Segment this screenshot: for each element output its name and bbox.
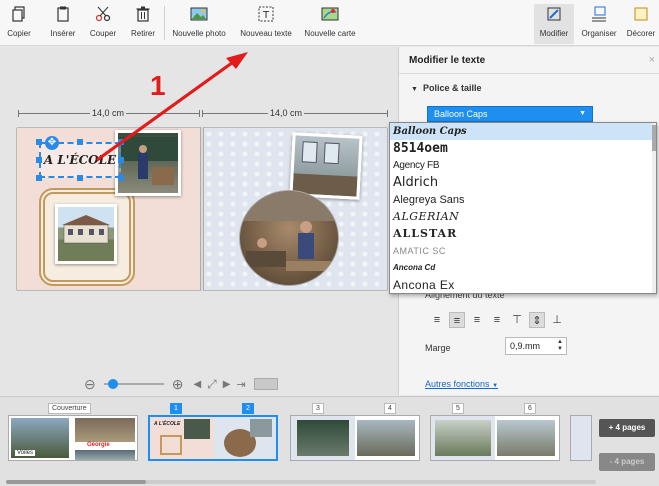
annotation-arrow xyxy=(96,58,237,162)
fit-screen-icon[interactable]: ⤢ xyxy=(207,377,217,392)
ruler-toggle-icon[interactable] xyxy=(253,378,278,390)
cover-photo xyxy=(75,450,135,460)
zoom-bar: ⊖ ⊕ ◀ ⤢ ▶ ⇥ xyxy=(84,374,278,394)
margin-value: 0,9.mm xyxy=(510,341,541,351)
thumb-photo xyxy=(497,420,555,456)
font-dropdown-list: Balloon Caps 8514oem Agency FB Aldrich A… xyxy=(389,122,657,294)
font-option[interactable]: Ancona Cd xyxy=(390,259,656,276)
thumb-label-page: 2 xyxy=(242,403,254,414)
thumb-photo xyxy=(357,420,415,456)
thumb-photo xyxy=(297,420,349,456)
font-option[interactable]: Aldrich xyxy=(390,174,656,191)
next-page-icon[interactable]: ▶ xyxy=(223,379,231,390)
thumb-label-page: 4 xyxy=(384,403,396,414)
thumb-photo xyxy=(435,420,491,456)
annotation-number-1: 1 xyxy=(150,70,166,101)
add-pages-button[interactable]: + 4 pages xyxy=(599,419,655,437)
remove-pages-button[interactable]: - 4 pages xyxy=(599,453,655,471)
spread-thumbnail[interactable] xyxy=(290,415,420,461)
thumb-left-page xyxy=(571,416,591,460)
font-option[interactable]: ALLSTAR xyxy=(390,225,656,242)
spread-thumbnail[interactable] xyxy=(430,415,560,461)
font-option[interactable]: 8514oem xyxy=(390,140,656,157)
thumb-photo xyxy=(160,435,182,455)
horizontal-scrollbar-thumb[interactable] xyxy=(6,480,146,484)
cover-thumbnail[interactable]: Géorgie Voiles xyxy=(8,415,138,461)
align-right-icon[interactable]: ≡ xyxy=(469,312,485,328)
thumb-label-page: 5 xyxy=(452,403,464,414)
font-option[interactable]: Agency FB xyxy=(390,157,656,174)
margin-input[interactable]: 0,9.mm ▲ ▼ xyxy=(505,337,567,355)
spread-thumbnail[interactable] xyxy=(570,415,592,461)
font-select[interactable]: Balloon Caps ▼ xyxy=(427,106,593,122)
align-justify-icon[interactable]: ≡ xyxy=(489,312,505,328)
more-functions-label: Autres fonctions xyxy=(425,379,490,389)
thumb-label-page: 1 xyxy=(170,403,182,414)
previous-page-icon[interactable]: ◀ xyxy=(193,379,201,390)
thumb-title: A L'ÉCOLE xyxy=(154,421,181,427)
panel-title: Modifier le texte xyxy=(409,55,486,66)
thumb-label-cover: Couverture xyxy=(48,403,91,414)
align-center-icon[interactable]: ≡ xyxy=(449,312,465,328)
panel-divider xyxy=(399,73,659,74)
zoom-out-icon[interactable]: ⊖ xyxy=(84,376,96,393)
close-icon[interactable]: × xyxy=(649,54,655,66)
scrollbar-thumb[interactable] xyxy=(652,125,656,151)
more-functions-link[interactable]: Autres fonctions ▼ xyxy=(425,379,498,389)
font-size-section[interactable]: ▼ Police & taille xyxy=(411,83,481,93)
thumb-label-page: 3 xyxy=(312,403,324,414)
font-option[interactable]: AMATIC SC xyxy=(390,242,656,259)
spinner-icon[interactable]: ▲ ▼ xyxy=(557,339,563,353)
align-bottom-icon[interactable]: ⊥ xyxy=(549,312,565,328)
margin-label: Marge xyxy=(425,343,451,353)
chevron-down-icon: ▼ xyxy=(579,110,586,117)
align-middle-icon[interactable]: ⇕ xyxy=(529,312,545,328)
section-label: Police & taille xyxy=(422,83,482,93)
export-icon[interactable]: ⇥ xyxy=(236,378,245,391)
align-left-icon[interactable]: ≡ xyxy=(429,312,445,328)
chevron-down-icon: ▼ xyxy=(492,383,499,389)
zoom-in-icon[interactable]: ⊕ xyxy=(172,376,184,393)
font-option[interactable]: ALGERIAN xyxy=(390,208,656,225)
zoom-slider[interactable] xyxy=(103,379,164,389)
alignment-buttons: ≡ ≡ ≡ ≡ ⊤ ⇕ ⊥ xyxy=(429,312,565,328)
page-thumbnail-strip: Couverture Géorgie Voiles 1 2 A L'ÉCOLE … xyxy=(0,396,659,486)
cover-caption: Géorgie xyxy=(87,442,110,448)
cover-caption: Voiles xyxy=(15,450,36,456)
align-top-icon[interactable]: ⊤ xyxy=(509,312,525,328)
font-option[interactable]: Alegreya Sans xyxy=(390,191,656,208)
zoom-slider-handle[interactable] xyxy=(107,379,118,389)
font-select-value: Balloon Caps xyxy=(434,109,488,119)
thumb-photo xyxy=(250,419,272,437)
collapse-caret-icon: ▼ xyxy=(411,86,418,93)
thumb-photo xyxy=(184,419,210,439)
thumb-label-page: 6 xyxy=(524,403,536,414)
font-option[interactable]: Ancona Ex xyxy=(390,276,656,293)
cover-photo xyxy=(75,418,135,442)
selected-spread-thumbnail[interactable]: A L'ÉCOLE xyxy=(148,415,278,461)
font-option[interactable]: Balloon Caps xyxy=(390,123,656,140)
